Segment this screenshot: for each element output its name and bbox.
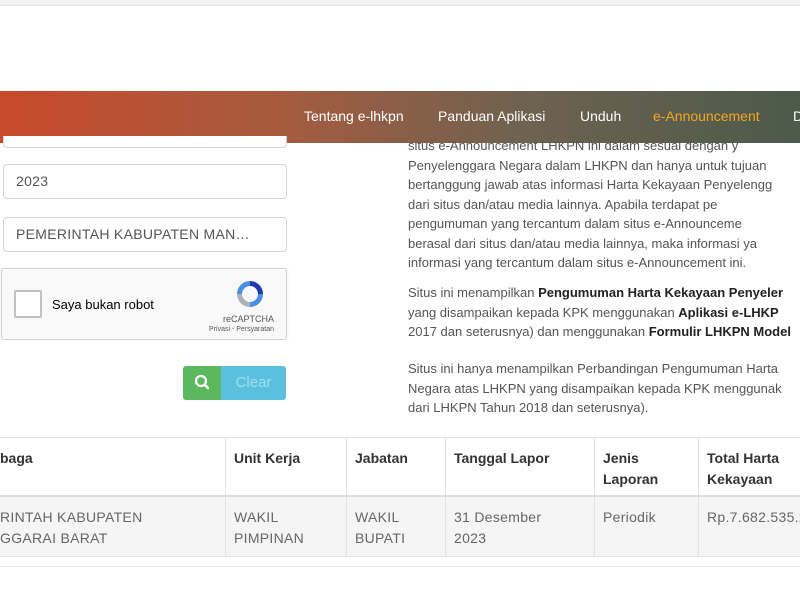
table-row[interactable]: RINTAH KABUPATEN GGARAI BARAT WAKIL PIMP…	[0, 497, 800, 557]
td-lembaga: RINTAH KABUPATEN GGARAI BARAT	[0, 509, 143, 546]
nav-unduh[interactable]: Unduh	[580, 108, 621, 124]
info-paragraph-2: Situs ini menampilkan Pengumuman Harta K…	[408, 283, 800, 342]
info-line: 2017 dan seterusnya) dan menggunakan For…	[408, 324, 791, 339]
td-total-harta: Rp.7.682.535.2	[707, 509, 800, 525]
recaptcha-brand: reCAPTCHA	[222, 314, 274, 324]
th-unit-kerja[interactable]: Unit Kerja	[225, 438, 309, 496]
nav-panduan-aplikasi[interactable]: Panduan Aplikasi	[438, 108, 545, 124]
td-unit-kerja: WAKIL PIMPINAN	[234, 509, 305, 546]
year-field[interactable]: 2023	[3, 164, 287, 199]
column-divider	[445, 437, 446, 557]
th-lembaga[interactable]: baga	[0, 438, 42, 496]
th-jabatan[interactable]: Jabatan	[346, 438, 417, 496]
info-line: pengumuman yang tercantum dalam situs e-…	[408, 216, 742, 231]
info-paragraph-3: Situs ini hanya menampilkan Perbandingan…	[408, 359, 800, 418]
info-line: dari LHKPN Tahun 2018 dan seterusnya).	[408, 400, 649, 415]
td-jabatan: WAKIL BUPATI	[355, 509, 406, 546]
agency-field[interactable]: PEMERINTAH KABUPATEN MAN…	[3, 217, 287, 252]
info-line: informasi yang tercantum dalam situs e-A…	[408, 255, 747, 270]
info-line: Penyelenggara Negara dalam LHKPN dan han…	[408, 157, 767, 173]
search-icon	[194, 374, 210, 390]
column-divider	[594, 437, 595, 557]
th-jenis-laporan[interactable]: Jenis Laporan	[594, 438, 667, 496]
column-divider	[225, 437, 226, 557]
clear-button[interactable]: Clear	[221, 366, 286, 400]
nav-tentang[interactable]: Tentang e-lhkpn	[304, 108, 404, 124]
nav-e-announcement[interactable]: e-Announcement	[653, 108, 760, 124]
th-total-harta[interactable]: Total Harta Kekayaan	[698, 438, 788, 496]
recaptcha-links[interactable]: Privasi - Persyaratan	[209, 326, 274, 333]
search-button[interactable]	[183, 366, 221, 400]
recaptcha-widget: Saya bukan robot reCAPTCHA Privasi - Per…	[1, 268, 287, 340]
recaptcha-checkbox[interactable]	[14, 290, 42, 318]
info-line: Negara atas LHKPN yang disampaikan kepad…	[408, 380, 782, 396]
info-paragraph-1: situs e-Announcement LHKPN ini dalam ses…	[408, 136, 800, 273]
results-table: baga Unit Kerja Jabatan Tanggal Lapor Je…	[0, 437, 800, 559]
info-line: bertanggung jawab atas informasi Harta K…	[408, 177, 773, 192]
name-field-partial[interactable]	[3, 136, 287, 148]
td-jenis-laporan: Periodik	[603, 509, 656, 525]
nav-item-truncated[interactable]: D	[793, 108, 800, 124]
th-tanggal-lapor[interactable]: Tanggal Lapor	[445, 438, 558, 496]
td-tanggal-lapor: 31 Desember 2023	[454, 509, 542, 546]
page-divider	[0, 566, 800, 567]
recaptcha-label: Saya bukan robot	[52, 297, 154, 312]
browser-top-strip	[0, 0, 800, 6]
info-line: dari situs dan/atau media lainnya. Apabi…	[408, 196, 718, 212]
column-divider	[346, 437, 347, 557]
info-line: yang disampaikan kepada KPK menggunakan …	[408, 304, 779, 320]
recaptcha-logo-icon	[237, 281, 263, 307]
info-line: situs e-Announcement LHKPN ini dalam ses…	[408, 138, 739, 153]
info-line: Situs ini hanya menampilkan Perbandingan…	[408, 361, 778, 376]
table-header: baga Unit Kerja Jabatan Tanggal Lapor Je…	[0, 437, 800, 497]
info-line: Situs ini menampilkan Pengumuman Harta K…	[408, 285, 783, 300]
column-divider	[698, 437, 699, 557]
info-line: berasal dari situs dan/atau media lainny…	[408, 235, 758, 251]
